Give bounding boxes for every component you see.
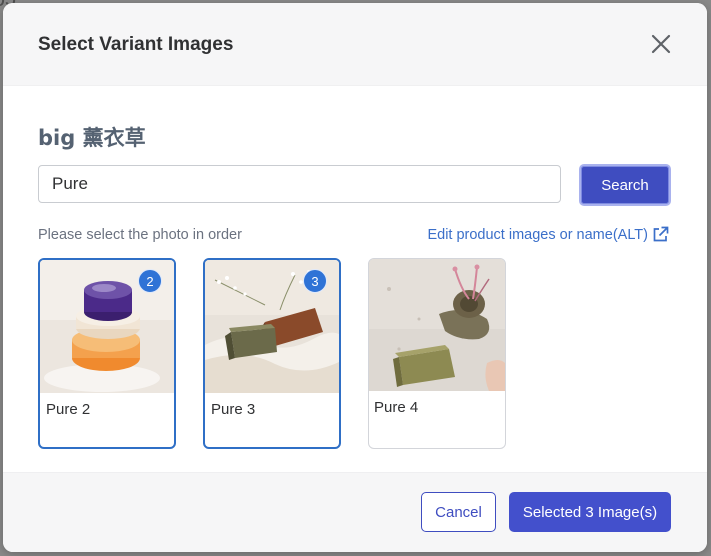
selection-hint: Please select the photo in order: [38, 227, 242, 243]
search-button[interactable]: Search: [579, 164, 671, 206]
cancel-button[interactable]: Cancel: [421, 492, 496, 532]
search-input[interactable]: [38, 165, 561, 203]
image-name: Pure 2: [46, 401, 91, 418]
close-button[interactable]: [649, 32, 673, 56]
selection-order-badge: 2: [138, 269, 162, 293]
image-card-pure-2[interactable]: 2 Pure 2: [38, 258, 176, 449]
edit-product-images-link[interactable]: Edit product images or name(ALT): [427, 226, 669, 243]
image-name: Pure 3: [211, 401, 256, 418]
image-thumbnail-soap-twine: [369, 259, 505, 391]
dialog-body: big 薰衣草 Search Please select the photo i…: [3, 86, 707, 474]
dialog-header: Select Variant Images: [3, 3, 707, 86]
external-link-icon: [653, 226, 669, 242]
image-card-pure-4[interactable]: Pure 4: [368, 258, 506, 449]
image-name: Pure 4: [374, 399, 419, 416]
image-card-pure-3[interactable]: 3 Pure 3: [203, 258, 341, 449]
confirm-selected-images-button[interactable]: Selected 3 Image(s): [509, 492, 671, 532]
dialog-title: Select Variant Images: [38, 34, 234, 55]
edit-link-label: Edit product images or name(ALT): [427, 226, 648, 243]
product-name: big 薰衣草: [38, 126, 146, 150]
close-icon: [651, 34, 671, 54]
select-variant-images-dialog: Select Variant Images big 薰衣草 Search Ple…: [3, 3, 707, 552]
dialog-footer: Cancel Selected 3 Image(s): [3, 472, 707, 552]
selection-order-badge: 3: [303, 269, 327, 293]
